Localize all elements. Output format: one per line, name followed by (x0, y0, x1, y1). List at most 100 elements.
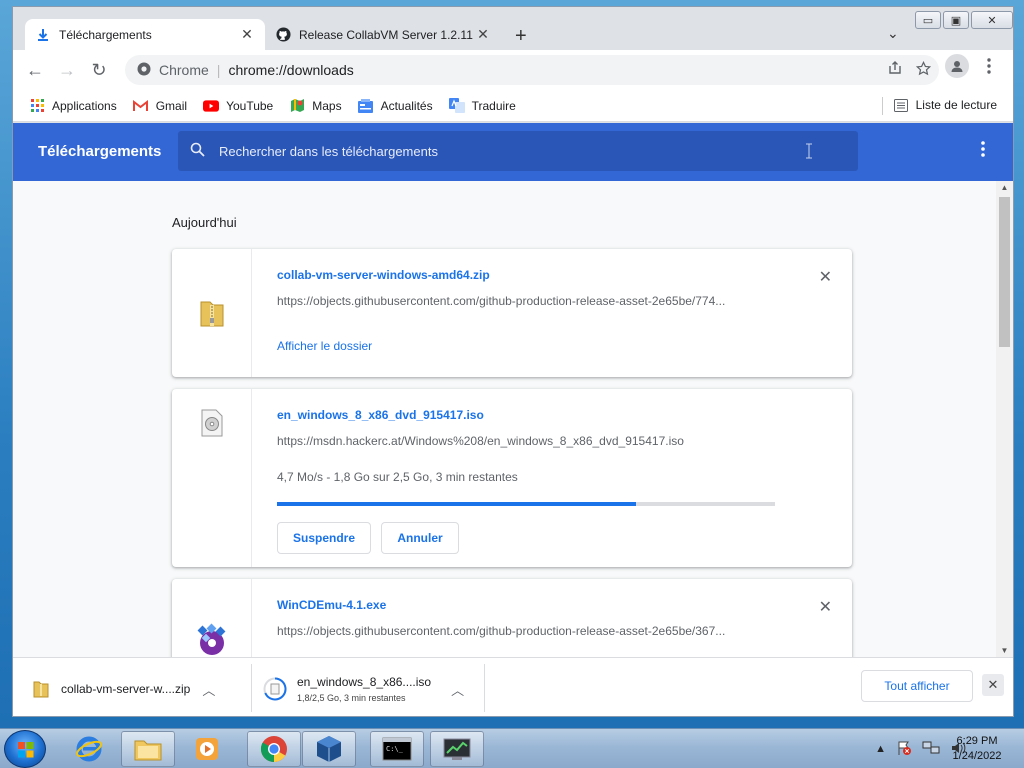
shelf-file-name: en_windows_8_x86....iso (297, 675, 432, 689)
chevron-up-icon[interactable]: ︿ (202, 680, 215, 699)
apps-grid-icon (29, 98, 45, 114)
shelf-file-status: 1,8/2,5 Go, 3 min restantes (297, 693, 406, 703)
zip-folder-icon (200, 301, 223, 327)
window-controls: ▭ ▣ ✕ (915, 11, 1013, 31)
windows-taskbar: C:\_ ▲ 6:29 PM 1/24/2022 (0, 728, 1024, 768)
source-url[interactable]: https://objects.githubusercontent.com/gi… (277, 624, 725, 638)
shelf-divider (484, 664, 485, 712)
reading-list-button[interactable]: Liste de lecture (881, 97, 997, 115)
back-button[interactable]: ← (19, 54, 51, 86)
bookmark-traduire[interactable]: Traduire (448, 98, 516, 114)
bookmark-label: YouTube (226, 98, 274, 113)
tab-close-icon[interactable]: ✕ (239, 26, 255, 43)
show-hidden-icons-icon[interactable]: ▲ (875, 743, 886, 755)
reload-button[interactable]: ↻ (83, 54, 115, 86)
taskbar-internet-explorer[interactable] (62, 731, 116, 767)
site-chip: Chrome (159, 62, 209, 78)
file-name-link[interactable]: collab-vm-server-windows-amd64.zip (277, 268, 490, 282)
forward-button[interactable]: → (51, 54, 83, 86)
action-center-flag-icon[interactable] (896, 740, 912, 759)
windows-logo-icon (18, 742, 34, 758)
download-item: WinCDEmu-4.1.exe https://objects.githubu… (172, 579, 852, 657)
remove-item-close-icon[interactable]: ✕ (819, 597, 832, 617)
internet-explorer-icon (76, 736, 102, 762)
search-icon (190, 142, 205, 160)
taskbar-vm-viewer[interactable] (430, 731, 484, 767)
source-url[interactable]: https://msdn.hackerc.at/Windows%208/en_w… (277, 434, 684, 448)
file-name-link[interactable]: en_windows_8_x86_dvd_915417.iso (277, 408, 484, 422)
github-icon (275, 27, 291, 43)
kebab-menu-icon (987, 58, 991, 74)
browser-menu-button[interactable] (979, 54, 999, 78)
progress-fill (277, 502, 636, 506)
cancel-button[interactable]: Annuler (381, 522, 459, 554)
bookmark-star-icon[interactable] (915, 60, 932, 79)
bookmark-actualites[interactable]: Actualités (358, 98, 433, 114)
news-icon (358, 98, 374, 114)
pause-button[interactable]: Suspendre (277, 522, 371, 554)
shelf-item[interactable]: collab-vm-server-w....zip ︿ (33, 664, 215, 714)
file-icon-column (172, 249, 252, 377)
source-url[interactable]: https://objects.githubusercontent.com/gi… (277, 294, 725, 308)
new-tab-button[interactable]: + (515, 25, 527, 48)
download-status: 4,7 Mo/s - 1,8 Go sur 2,5 Go, 3 min rest… (277, 470, 518, 484)
bookmark-maps[interactable]: Maps (289, 98, 342, 114)
shelf-item-text: en_windows_8_x86....iso 1,8/2,5 Go, 3 mi… (297, 675, 431, 703)
translate-icon (448, 98, 465, 114)
network-icon[interactable] (922, 740, 940, 759)
file-name-link[interactable]: WinCDEmu-4.1.exe (277, 598, 386, 612)
minimize-button[interactable]: ▭ (915, 11, 941, 29)
text-cursor-icon (805, 143, 813, 159)
shelf-item[interactable]: en_windows_8_x86....iso 1,8/2,5 Go, 3 mi… (263, 664, 464, 714)
command-prompt-icon: C:\_ (382, 737, 412, 761)
more-vert-icon (981, 141, 985, 157)
maximize-button[interactable]: ▣ (943, 11, 969, 29)
bookmark-gmail[interactable]: Gmail (133, 98, 187, 114)
system-clock[interactable]: 6:29 PM 1/24/2022 (942, 734, 1012, 764)
chrome-icon (260, 736, 287, 763)
address-bar[interactable]: Chrome | chrome://downloads (125, 55, 939, 85)
tab-github-release[interactable]: Release CollabVM Server 1.2.11 · ✕ (265, 19, 501, 50)
chevron-up-icon[interactable]: ︿ (451, 680, 464, 699)
url-text[interactable]: chrome://downloads (228, 62, 353, 78)
scroll-down-arrow-icon[interactable]: ▼ (996, 646, 1013, 655)
tab-search-button[interactable]: ⌄ (887, 25, 899, 42)
page-scrollbar[interactable]: ▲ ▼ (996, 181, 1013, 657)
close-shelf-button[interactable]: ✕ (982, 674, 1004, 696)
tab-downloads[interactable]: Téléchargements ✕ (25, 19, 265, 50)
taskbar-media-player[interactable] (180, 731, 234, 767)
tab-close-icon[interactable]: ✕ (475, 26, 491, 43)
bookmarks-bar: Applications Gmail YouTube Maps Actualit… (13, 90, 1013, 122)
downloads-list: Aujourd'hui collab-vm-server-windows-amd… (13, 181, 996, 657)
scrollbar-thumb[interactable] (999, 197, 1010, 347)
taskbar-command-prompt[interactable]: C:\_ (370, 731, 424, 767)
reading-list-icon (893, 98, 908, 112)
bookmark-label: Traduire (471, 98, 516, 113)
chrome-logo-icon (137, 62, 151, 79)
virtualbox-icon (317, 736, 341, 762)
downloads-menu-button[interactable] (981, 141, 985, 160)
download-item: en_windows_8_x86_dvd_915417.iso https://… (172, 389, 852, 567)
downloads-header: Téléchargements Rechercher dans les télé… (13, 123, 1013, 181)
page-title: Téléchargements (38, 143, 162, 160)
share-icon[interactable] (888, 61, 902, 79)
vm-viewer-icon (443, 738, 471, 760)
scroll-up-arrow-icon[interactable]: ▲ (996, 183, 1013, 192)
media-player-icon (196, 738, 218, 760)
start-button[interactable] (4, 730, 46, 768)
bookmark-applications[interactable]: Applications (29, 98, 117, 114)
tab-label: Release CollabVM Server 1.2.11 · (299, 27, 475, 42)
bookmark-youtube[interactable]: YouTube (203, 98, 273, 114)
show-in-folder-link[interactable]: Afficher le dossier (277, 339, 372, 353)
show-all-button[interactable]: Tout afficher (861, 670, 973, 702)
day-heading: Aujourd'hui (172, 215, 237, 230)
folder-icon (134, 740, 162, 761)
search-input[interactable]: Rechercher dans les téléchargements (178, 131, 858, 171)
taskbar-explorer[interactable] (121, 731, 175, 767)
bookmark-label: Maps (312, 98, 342, 113)
remove-item-close-icon[interactable]: ✕ (819, 267, 832, 287)
close-window-button[interactable]: ✕ (971, 11, 1013, 29)
taskbar-chrome[interactable] (247, 731, 301, 767)
profile-avatar[interactable] (945, 54, 969, 78)
taskbar-virtualbox[interactable] (302, 731, 356, 767)
